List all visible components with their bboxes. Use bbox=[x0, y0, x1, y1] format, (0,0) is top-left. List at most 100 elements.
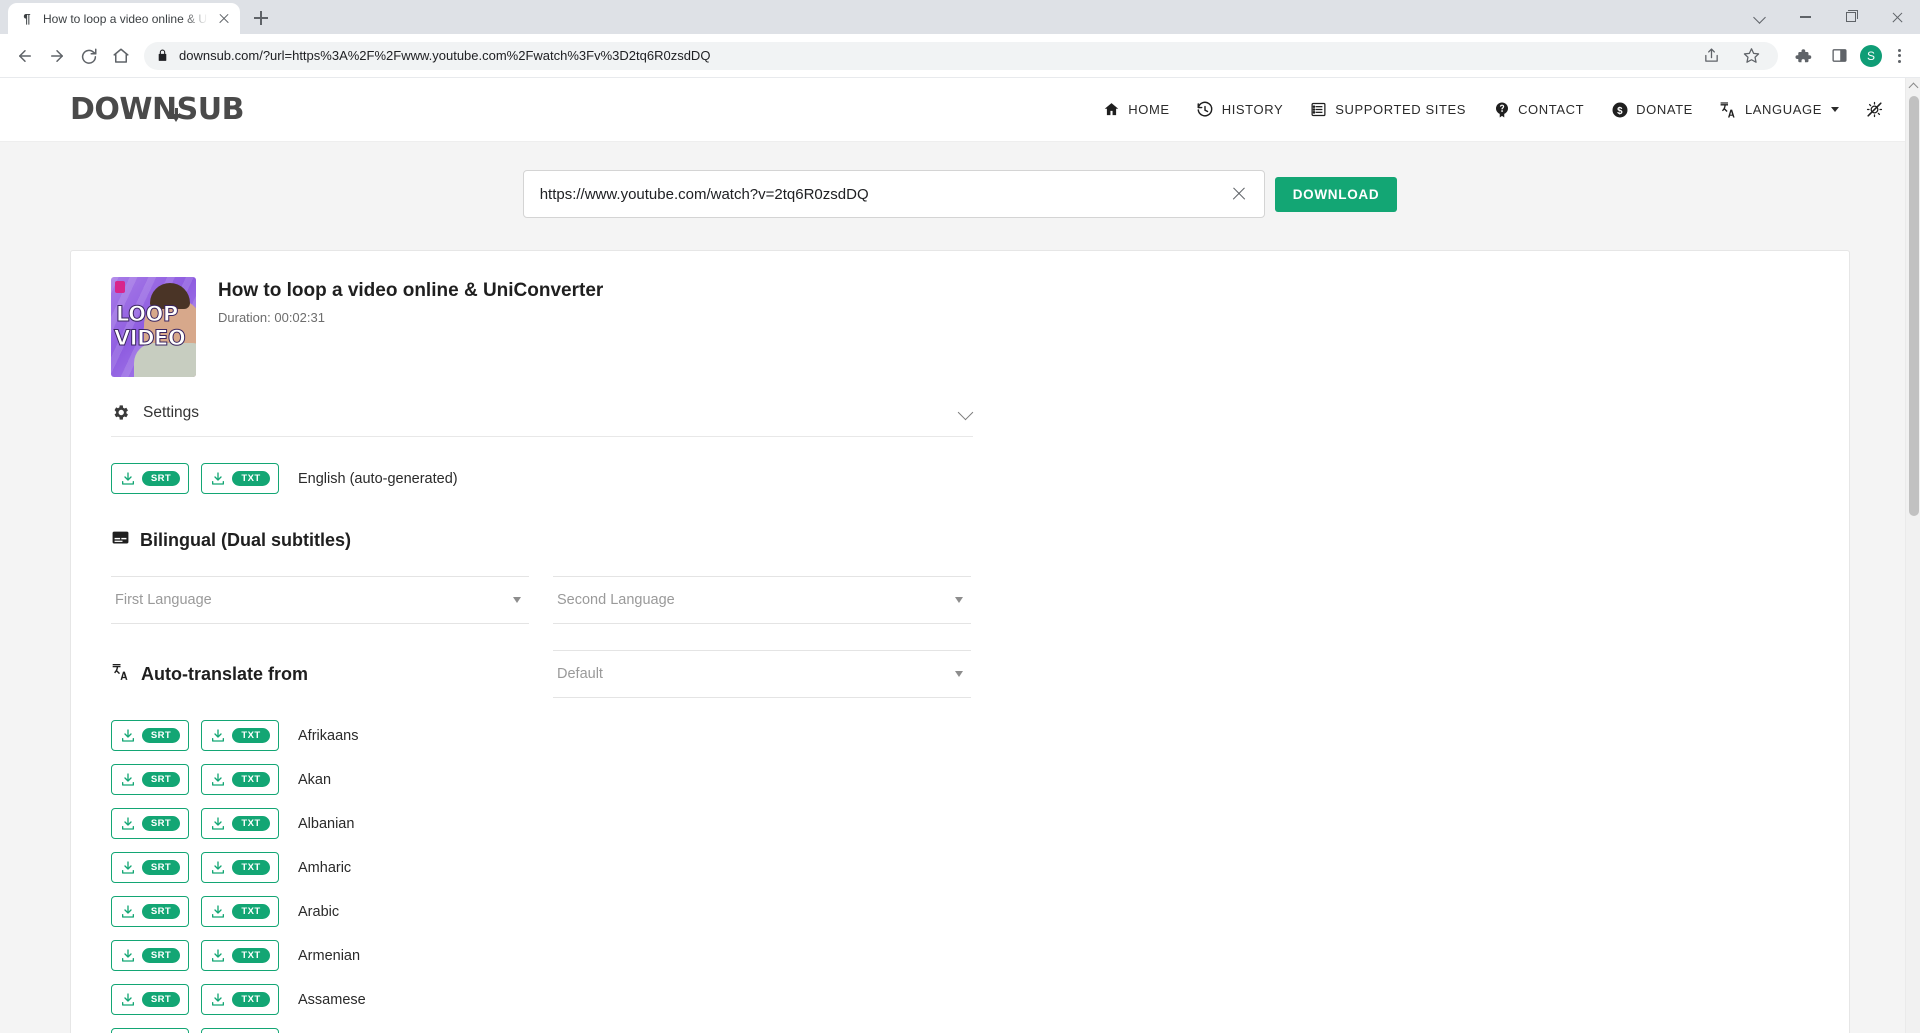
extensions-puzzle-icon[interactable] bbox=[1788, 41, 1818, 71]
download-srt-button[interactable]: SRT bbox=[111, 852, 189, 883]
txt-label: TXT bbox=[232, 903, 270, 920]
home-icon[interactable] bbox=[106, 41, 136, 71]
language-label: Armenian bbox=[298, 947, 361, 964]
scroll-up-arrow-icon[interactable] bbox=[1906, 78, 1920, 93]
txt-label: TXT bbox=[232, 815, 270, 832]
clear-icon[interactable] bbox=[1228, 183, 1250, 205]
browser-window: ¶ How to loop a video online & Un downsu… bbox=[0, 0, 1920, 1033]
nav-item-language[interactable]: LANGUAGE bbox=[1719, 100, 1839, 119]
nav-item-supported-sites[interactable]: SUPPORTED SITES bbox=[1309, 100, 1466, 119]
nav-label: SUPPORTED SITES bbox=[1335, 102, 1467, 117]
reload-icon[interactable] bbox=[74, 41, 104, 71]
settings-toggle[interactable]: Settings bbox=[111, 403, 973, 437]
search-input[interactable]: https://www.youtube.com/watch?v=2tq6R0zs… bbox=[522, 170, 1265, 218]
site-logo[interactable]: DOWNSUB bbox=[70, 92, 244, 127]
download-txt-button[interactable]: TXT bbox=[201, 984, 279, 1015]
list-item: SRT TXT Akan bbox=[111, 764, 1821, 795]
nav-item-home[interactable]: HOME bbox=[1102, 100, 1169, 119]
download-txt-button[interactable]: TXT bbox=[201, 463, 279, 494]
profile-avatar[interactable]: S bbox=[1860, 44, 1882, 67]
download-icon bbox=[210, 948, 226, 964]
maximize-icon[interactable] bbox=[1828, 0, 1874, 34]
srt-label: SRT bbox=[141, 947, 181, 964]
dark-mode-toggle-icon[interactable] bbox=[1865, 100, 1884, 119]
format-select[interactable]: Default bbox=[553, 650, 971, 698]
srt-label: SRT bbox=[141, 470, 181, 487]
browser-tab[interactable]: ¶ How to loop a video online & Un bbox=[8, 3, 240, 34]
download-icon bbox=[120, 772, 136, 788]
download-srt-button[interactable]: SRT bbox=[111, 720, 189, 751]
thumb-badge-icon bbox=[115, 281, 125, 293]
download-srt-button[interactable]: SRT bbox=[111, 896, 189, 927]
first-language-placeholder: First Language bbox=[115, 592, 212, 608]
chevron-down-icon[interactable] bbox=[1736, 0, 1782, 34]
language-label: Afrikaans bbox=[298, 727, 359, 744]
tab-title: How to loop a video online & Un bbox=[43, 11, 208, 26]
download-icon bbox=[210, 904, 226, 920]
download-txt-button[interactable]: TXT bbox=[201, 1028, 279, 1033]
srt-label: SRT bbox=[141, 859, 181, 876]
download-icon bbox=[120, 471, 136, 487]
language-label: Albanian bbox=[298, 815, 355, 832]
srt-label: SRT bbox=[141, 771, 181, 788]
share-icon[interactable] bbox=[1696, 41, 1726, 71]
download-srt-button[interactable]: SRT bbox=[111, 764, 189, 795]
download-srt-button[interactable]: SRT bbox=[111, 940, 189, 971]
language-label: Akan bbox=[298, 771, 332, 788]
txt-label: TXT bbox=[232, 947, 270, 964]
result-card: LOOP VIDEO How to loop a video online & … bbox=[70, 250, 1850, 1033]
list-item: SRT TXT Amharic bbox=[111, 852, 1821, 883]
download-txt-button[interactable]: TXT bbox=[201, 808, 279, 839]
download-txt-button[interactable]: TXT bbox=[201, 764, 279, 795]
download-txt-button[interactable]: TXT bbox=[201, 940, 279, 971]
site-header: DOWNSUB HOME HISTORY SUPPORTED SITES CON… bbox=[0, 78, 1920, 142]
autotranslate-header-row: Auto-translate from Default bbox=[111, 650, 1821, 698]
chevron-down-icon[interactable] bbox=[959, 406, 973, 420]
download-srt-button[interactable]: SRT bbox=[111, 1028, 189, 1033]
settings-label: Settings bbox=[143, 404, 200, 421]
first-language-select[interactable]: First Language bbox=[111, 576, 529, 624]
page-scrollbar[interactable] bbox=[1905, 78, 1920, 1033]
nav-item-donate[interactable]: $ DONATE bbox=[1610, 100, 1693, 119]
download-txt-button[interactable]: TXT bbox=[201, 720, 279, 751]
download-srt-button[interactable]: SRT bbox=[111, 808, 189, 839]
language-label: Arabic bbox=[298, 903, 340, 920]
forward-icon[interactable] bbox=[42, 41, 72, 71]
txt-label: TXT bbox=[232, 991, 270, 1008]
second-language-placeholder: Second Language bbox=[557, 592, 675, 608]
page-viewport: DOWNSUB HOME HISTORY SUPPORTED SITES CON… bbox=[0, 78, 1920, 1033]
minimize-icon[interactable] bbox=[1782, 0, 1828, 34]
srt-label: SRT bbox=[141, 727, 181, 744]
close-icon[interactable] bbox=[216, 11, 232, 27]
logo-down-arrow-icon bbox=[171, 114, 181, 122]
window-controls bbox=[1736, 0, 1920, 34]
download-srt-button[interactable]: SRT bbox=[111, 463, 189, 494]
download-txt-button[interactable]: TXT bbox=[201, 896, 279, 927]
new-tab-button[interactable] bbox=[247, 4, 275, 32]
download-txt-button[interactable]: TXT bbox=[201, 852, 279, 883]
second-language-select[interactable]: Second Language bbox=[553, 576, 971, 624]
scrollbar-thumb[interactable] bbox=[1908, 96, 1919, 516]
download-button[interactable]: DOWNLOAD bbox=[1274, 176, 1398, 212]
address-bar[interactable]: downsub.com/?url=https%3A%2F%2Fwww.youtu… bbox=[144, 41, 1778, 71]
window-close-icon[interactable] bbox=[1874, 0, 1920, 34]
nav-item-contact[interactable]: CONTACT bbox=[1492, 100, 1584, 119]
bookmark-star-icon[interactable] bbox=[1736, 41, 1766, 71]
download-icon bbox=[120, 948, 136, 964]
download-icon bbox=[210, 816, 226, 832]
language-list: SRT TXT Afrikaans SRT TXT Akan SRT TXT A… bbox=[111, 720, 1821, 1033]
download-icon bbox=[210, 471, 226, 487]
download-icon bbox=[210, 992, 226, 1008]
nav-label: DONATE bbox=[1636, 102, 1693, 117]
list-item: SRT TXT bbox=[111, 1028, 1821, 1033]
chevron-down-icon bbox=[955, 597, 963, 603]
nav-label: LANGUAGE bbox=[1744, 102, 1822, 117]
side-panel-icon[interactable] bbox=[1824, 41, 1854, 71]
back-icon[interactable] bbox=[10, 41, 40, 71]
download-srt-button[interactable]: SRT bbox=[111, 984, 189, 1015]
nav-item-history[interactable]: HISTORY bbox=[1196, 100, 1284, 119]
chrome-menu-icon[interactable] bbox=[1888, 45, 1910, 67]
question-mark-icon bbox=[1492, 100, 1511, 119]
svg-text:$: $ bbox=[1617, 105, 1623, 116]
history-clock-icon bbox=[1196, 100, 1215, 119]
